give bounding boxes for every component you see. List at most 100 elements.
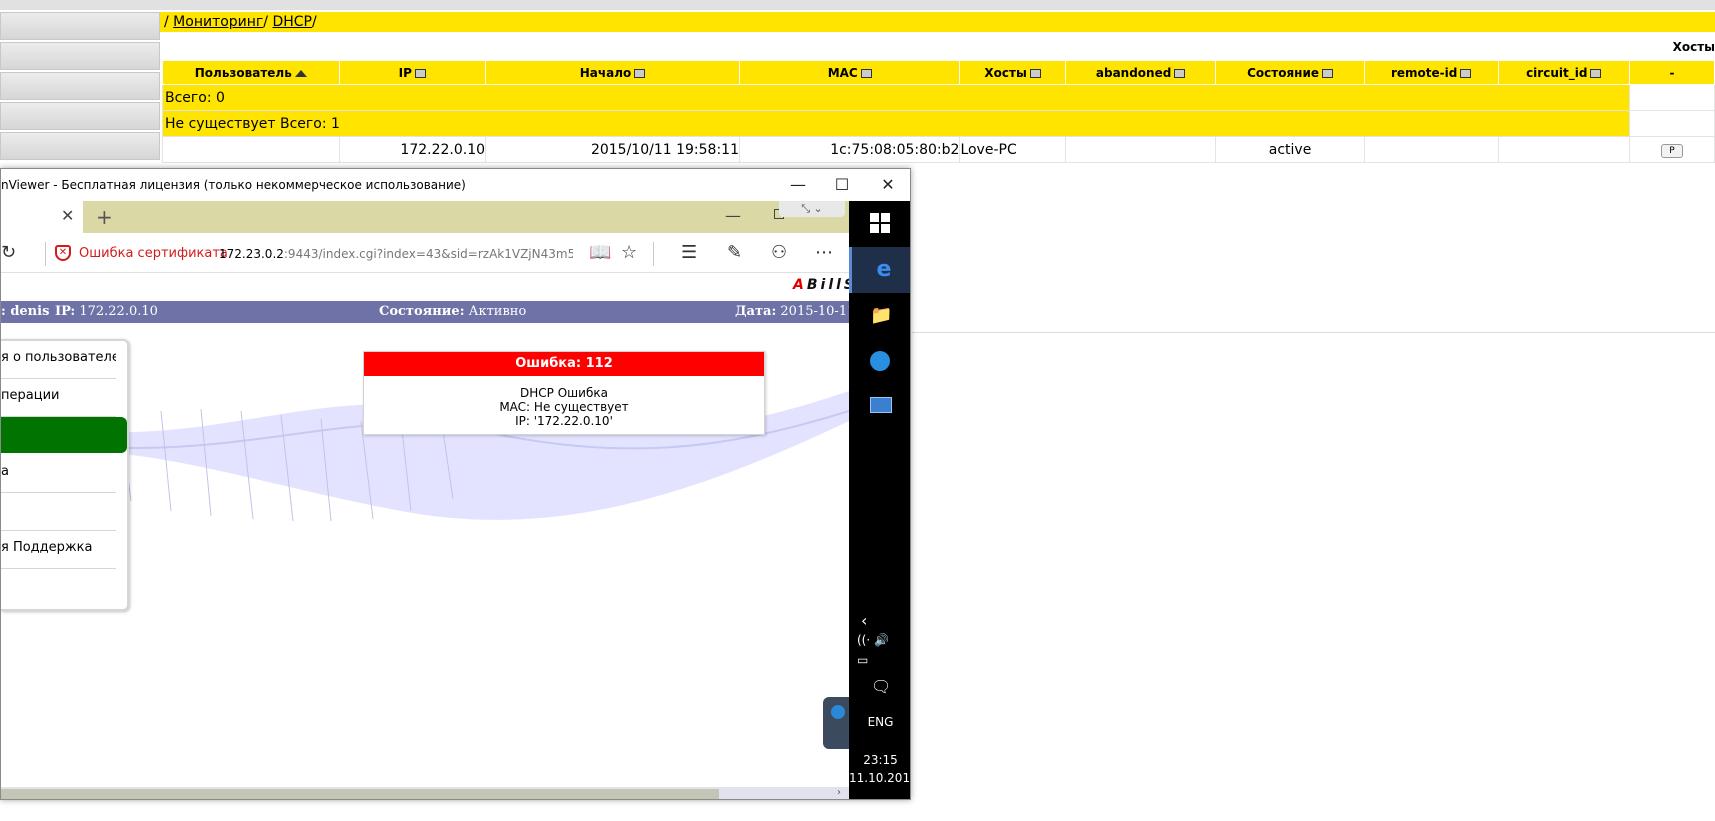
col-state-label: Состояние	[1247, 65, 1319, 80]
menu-item[interactable]	[1, 493, 116, 531]
col-mac-label: MAC	[827, 65, 858, 80]
sort-icon[interactable]	[1174, 68, 1186, 78]
app-icon	[870, 397, 892, 413]
col-ip[interactable]: IP	[338, 60, 487, 85]
taskbar-edge[interactable]: e	[849, 247, 910, 293]
cell-start: 2015/10/11 19:58:11	[485, 136, 740, 163]
error-title: Ошибка: 112	[364, 352, 764, 376]
url-field[interactable]: 172.23.0.2:9443/index.cgi?index=43&sid=r…	[219, 247, 573, 261]
sort-icon[interactable]	[1460, 68, 1472, 78]
sort-icon[interactable]	[860, 68, 872, 78]
cell-action: P	[1628, 136, 1715, 163]
teamviewer-mini-controls[interactable]: ⤡ ⌄	[779, 201, 845, 217]
favorite-star-icon[interactable]: ☆	[621, 242, 637, 263]
menu-item-active[interactable]	[1, 417, 127, 453]
table-header-row: Пользователь IP Начало MAC Хосты abandon…	[162, 60, 1715, 85]
sort-icon[interactable]	[1029, 68, 1041, 78]
col-circuit-id[interactable]: circuit_id	[1497, 60, 1630, 85]
col-mac[interactable]: MAC	[738, 60, 961, 85]
teamviewer-panel-handle[interactable]	[823, 697, 849, 749]
menu-support[interactable]: я Поддержка	[1, 531, 116, 569]
col-abandoned[interactable]: abandoned	[1064, 60, 1217, 85]
notifications-icon[interactable]: 🗨	[871, 677, 891, 696]
user-info-bar: : denis IP: 172.22.0.10 Состояние: Актив…	[1, 301, 849, 323]
tab-close-icon[interactable]: ✕	[61, 206, 74, 225]
menu-item[interactable]	[1, 569, 116, 607]
taskbar-explorer[interactable]: 📁	[849, 293, 910, 339]
teamviewer-title: nViewer - Бесплатная лицензия (только не…	[1, 178, 466, 192]
separator	[45, 242, 46, 266]
language-indicator[interactable]: ENG	[849, 715, 910, 729]
col-user[interactable]: Пользователь	[162, 60, 340, 85]
minimize-button[interactable]: —	[783, 173, 813, 197]
left-nav-item[interactable]	[0, 102, 160, 130]
more-icon[interactable]: ⋯	[815, 242, 833, 263]
cell-hosts: Love-PC	[959, 136, 1066, 163]
sort-icon[interactable]	[414, 68, 426, 78]
refresh-icon[interactable]: ↻	[1, 242, 16, 263]
col-abandoned-label: abandoned	[1095, 65, 1172, 80]
hosts-top-label: Хосты	[1672, 40, 1715, 54]
cell-abandoned	[1064, 136, 1217, 163]
menu-item[interactable]: а	[1, 455, 116, 493]
clock-time: 23:15	[863, 753, 898, 767]
row-action-button[interactable]: P	[1660, 144, 1683, 158]
sort-icon[interactable]	[634, 68, 646, 78]
breadcrumb-monitoring-link[interactable]: Мониторинг	[173, 14, 263, 30]
info-ip: IP: 172.22.0.10	[55, 304, 158, 319]
left-nav-item[interactable]	[0, 72, 160, 100]
new-tab-button[interactable]: +	[96, 205, 113, 229]
error-line: MAC: Не существует	[499, 400, 629, 414]
horizontal-scrollbar[interactable]: ›	[1, 787, 849, 799]
tab-bar: ✕ + — ⤡ ⌄	[1, 201, 849, 233]
sort-icon[interactable]	[1590, 68, 1602, 78]
left-nav	[0, 12, 160, 162]
certificate-error-icon[interactable]: ✕	[55, 245, 71, 261]
close-button[interactable]: ✕	[873, 173, 903, 197]
col-hosts[interactable]: Хосты	[959, 60, 1066, 85]
reading-view-icon[interactable]: 📖	[589, 242, 611, 263]
browser-minimize-button[interactable]: —	[725, 206, 741, 225]
info-date: Дата: 2015-10-11	[735, 304, 849, 319]
menu-user-info[interactable]: я о пользователе	[1, 341, 116, 379]
teamviewer-titlebar[interactable]: nViewer - Бесплатная лицензия (только не…	[1, 169, 910, 201]
clock[interactable]: 23:15 11.10.2015	[849, 751, 911, 787]
taskbar-app[interactable]	[849, 385, 910, 431]
col-user-label: Пользователь	[194, 65, 292, 80]
edge-icon: e	[876, 257, 892, 282]
address-bar: ↻ ✕ Ошибка сертификата 172.23.0.2:9443/i…	[1, 233, 849, 273]
sort-asc-icon[interactable]	[294, 69, 307, 77]
clock-date: 11.10.2015	[849, 771, 911, 785]
cell-mac: 1c:75:08:05:80:b2	[738, 136, 961, 163]
tab-active[interactable]: ✕	[1, 201, 83, 233]
left-nav-item[interactable]	[0, 132, 160, 160]
col-start[interactable]: Начало	[485, 60, 740, 85]
col-remote-id[interactable]: remote-id	[1363, 60, 1499, 85]
left-nav-item[interactable]	[0, 42, 160, 70]
divider	[912, 332, 1715, 333]
hub-icon[interactable]: ☰	[681, 242, 697, 263]
info-state: Состояние: Активно	[379, 304, 527, 319]
cell-remote-id	[1363, 136, 1499, 163]
col-state[interactable]: Состояние	[1215, 60, 1365, 85]
network-volume-icon[interactable]: ((· 🔊	[857, 633, 889, 647]
certificate-error-label[interactable]: Ошибка сертификата	[79, 246, 228, 261]
info-user: : denis	[1, 304, 50, 319]
battery-icon[interactable]: ▭	[857, 653, 868, 667]
left-nav-item[interactable]	[0, 12, 160, 40]
scroll-right-icon[interactable]: ›	[837, 787, 841, 798]
col-start-label: Начало	[579, 65, 632, 80]
share-icon[interactable]: ⚇	[771, 242, 787, 263]
breadcrumb-dhcp-link[interactable]: DHCP	[272, 14, 312, 30]
app-icon	[870, 351, 890, 371]
windows-taskbar: e 📁 ‹ ((· 🔊 ▭ 🗨 ENG 23:15 11.10.2015	[849, 201, 911, 799]
cell-ip: 172.22.0.10	[338, 136, 487, 163]
web-note-icon[interactable]: ✎	[727, 242, 742, 263]
taskbar-app[interactable]	[849, 339, 910, 385]
start-button[interactable]	[849, 201, 910, 247]
maximize-button[interactable]: ☐	[827, 173, 857, 197]
scrollbar-thumb[interactable]	[1, 789, 719, 799]
sort-icon[interactable]	[1322, 68, 1333, 78]
menu-operations[interactable]: перации	[1, 379, 116, 417]
show-hidden-icons-icon[interactable]: ‹	[861, 611, 867, 630]
